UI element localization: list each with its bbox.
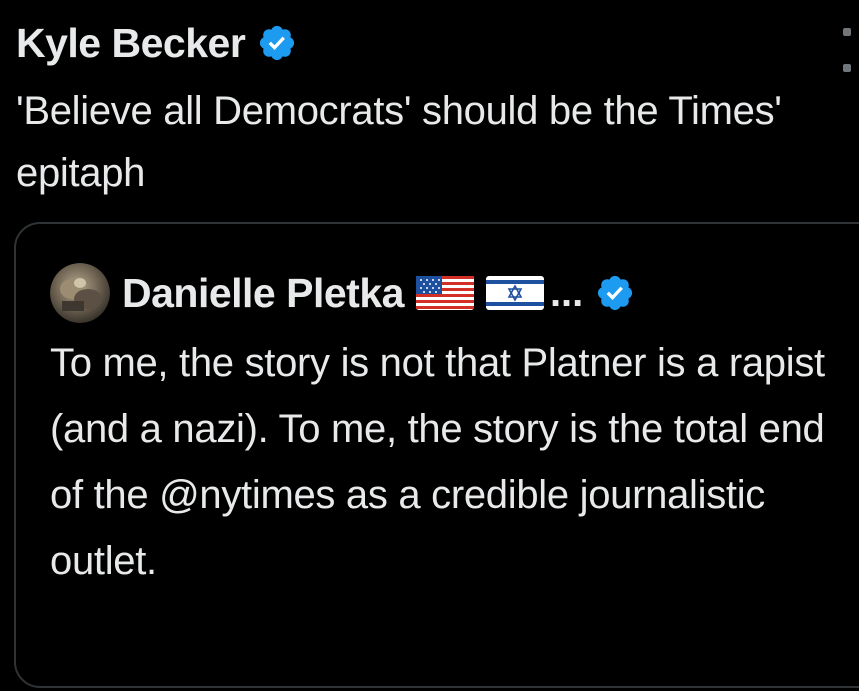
quoted-post-card[interactable]: Danielle Pletka ... To me, the story is … xyxy=(14,222,859,688)
post-text: 'Believe all Democrats' should be the Ti… xyxy=(16,89,782,195)
author-name[interactable]: Kyle Becker xyxy=(16,22,246,64)
verified-badge-icon[interactable] xyxy=(595,273,635,313)
post-header: Kyle Becker xyxy=(16,18,297,68)
more-dot xyxy=(843,64,851,72)
israel-flag-icon xyxy=(485,272,544,314)
name-truncation: ... xyxy=(549,271,584,315)
post: Kyle Becker 'Believe all Democrats' shou… xyxy=(0,0,859,691)
quoted-post-header: Danielle Pletka ... xyxy=(50,260,635,326)
quoted-author-name[interactable]: Danielle Pletka xyxy=(122,272,404,314)
verified-badge-icon[interactable] xyxy=(257,23,297,63)
avatar[interactable] xyxy=(50,263,110,323)
more-dot xyxy=(843,28,851,36)
us-flag-icon xyxy=(415,272,474,314)
more-options-icon[interactable] xyxy=(837,28,857,72)
quoted-post-text: To me, the story is not that Platner is … xyxy=(50,341,825,583)
